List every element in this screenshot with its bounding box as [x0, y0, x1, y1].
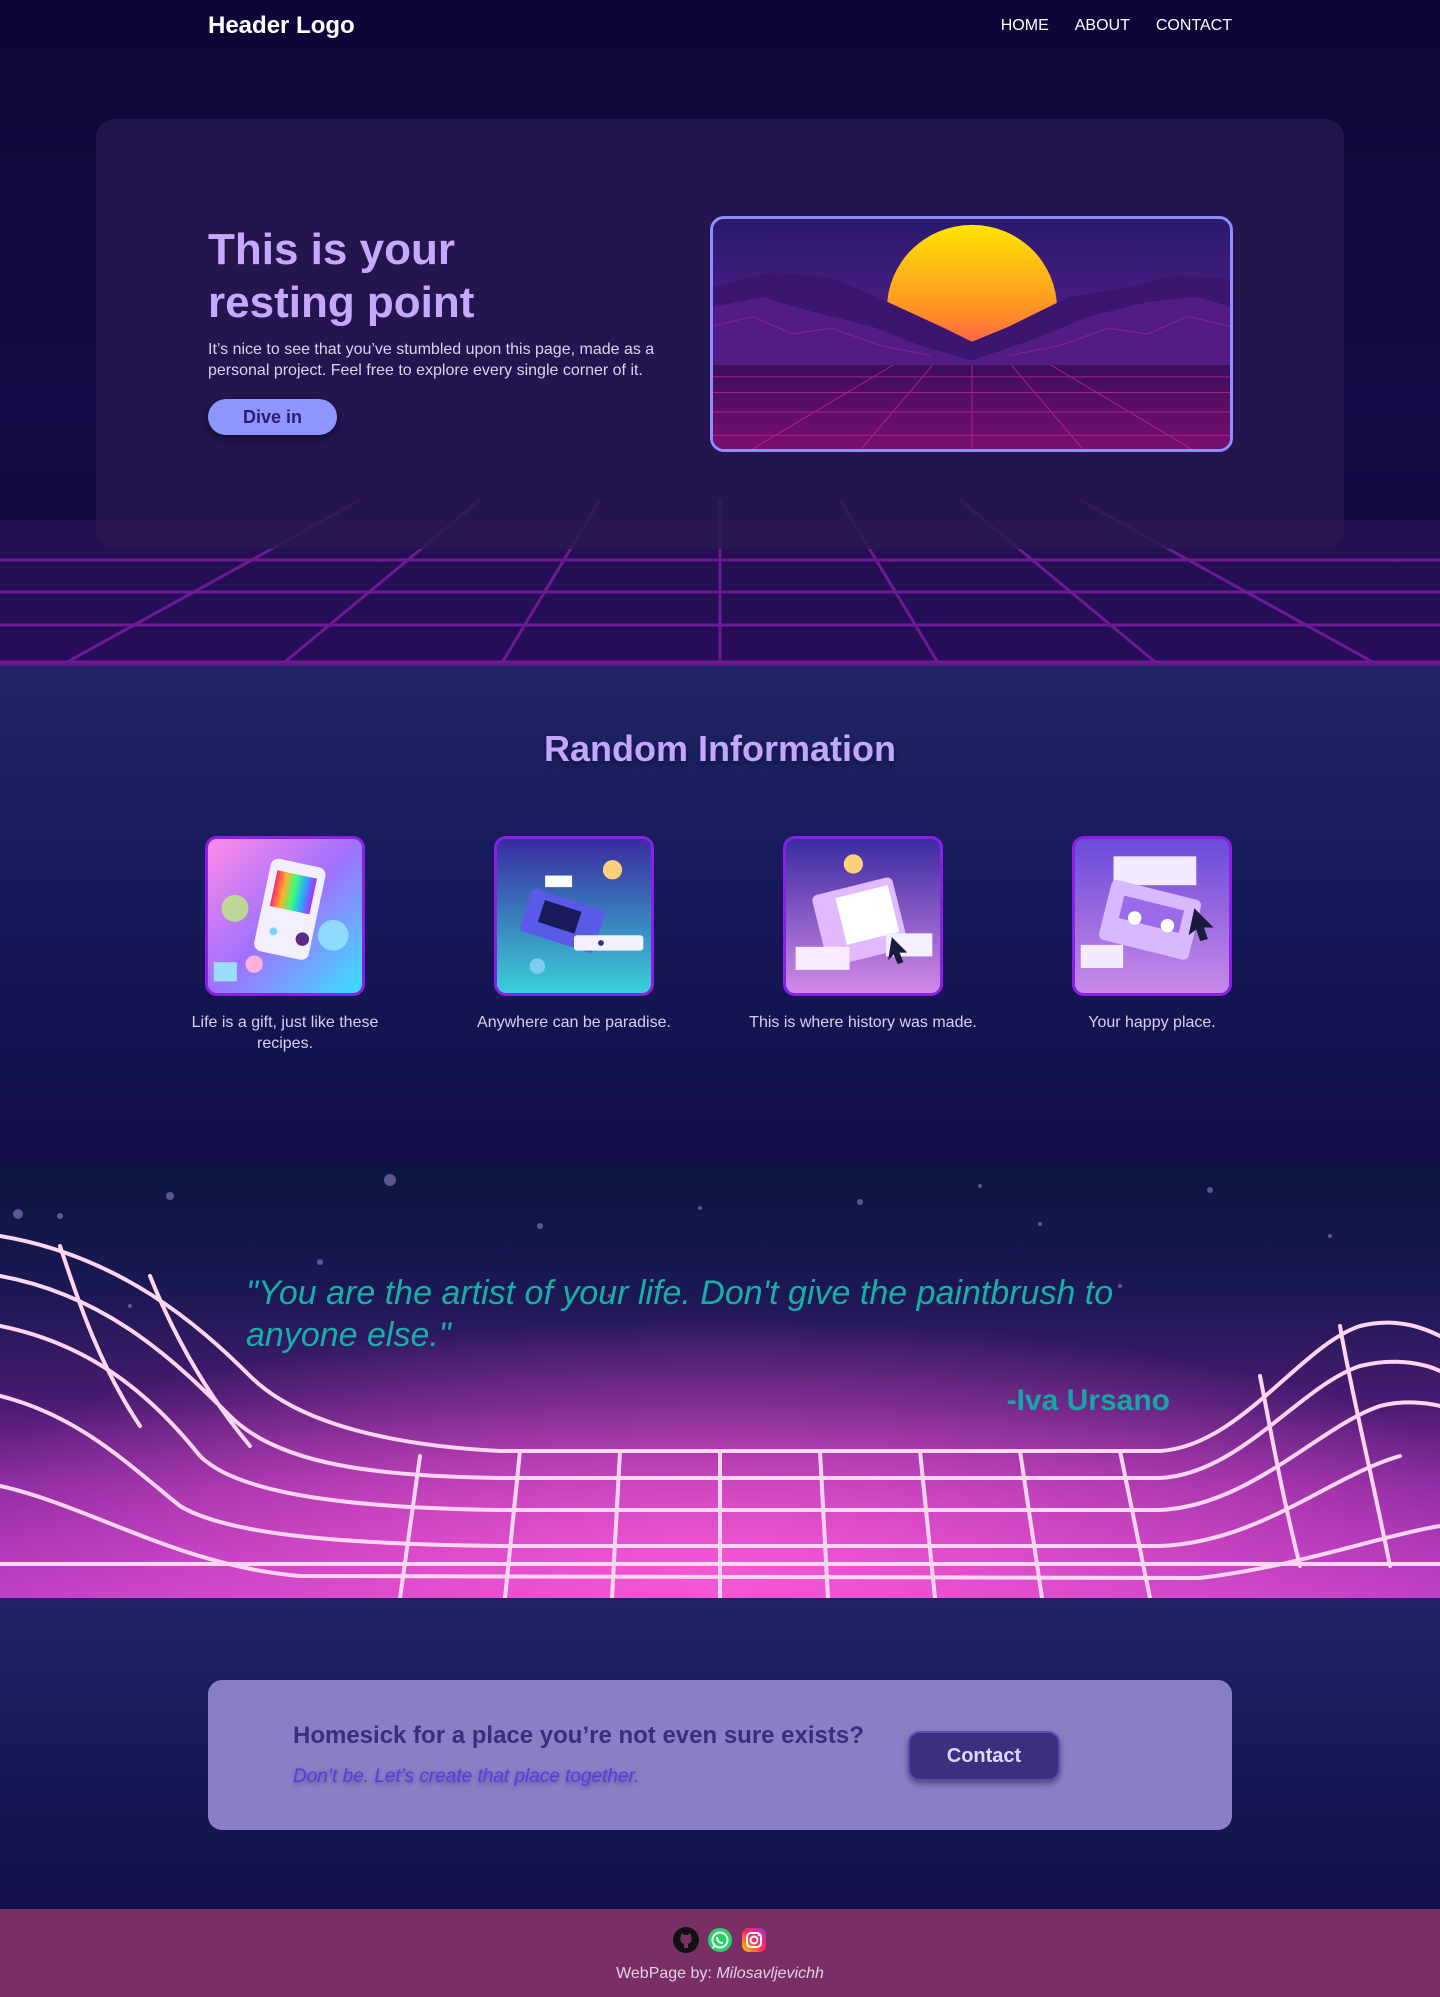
quote-author: -Iva Ursano — [1006, 1384, 1170, 1417]
header-logo[interactable]: Header Logo — [208, 12, 355, 40]
info-card-gameboy[interactable]: Life is a gift, just like these recipes. — [170, 836, 400, 1054]
credit-author[interactable]: Milosavljevichh — [716, 1965, 824, 1982]
hero-sunset-image — [710, 216, 1233, 452]
dive-in-button[interactable]: Dive in — [208, 399, 337, 435]
hero-section: Header Logo HOME ABOUT CONTACT This is y… — [0, 0, 1440, 666]
quote-section: "You are the artist of your life. Don't … — [0, 1166, 1440, 1598]
cta-section: Homesick for a place you’re not even sur… — [0, 1598, 1440, 1909]
cassette-tape-image — [1072, 836, 1232, 996]
site-footer: WebPage by: Milosavljevichh — [0, 1909, 1440, 1997]
hero-description: It’s nice to see that you’ve stumbled up… — [208, 341, 655, 379]
info-card-vhs[interactable]: Anywhere can be paradise. — [459, 836, 689, 1033]
nav-about[interactable]: ABOUT — [1075, 17, 1130, 35]
random-information-section: Random Information Life is a gift, just … — [0, 666, 1440, 1166]
cta-subtext: Don’t be. Let’s create that place togeth… — [293, 1766, 640, 1787]
whatsapp-icon[interactable] — [707, 1927, 733, 1953]
social-links — [0, 1927, 1440, 1953]
neon-wave-grid-background — [0, 1166, 1440, 1598]
hero-title: This is your resting point — [208, 225, 475, 327]
footer-credit: WebPage by: Milosavljevichh — [0, 1965, 1440, 1983]
floppy-disk-image — [783, 836, 943, 996]
cta-heading: Homesick for a place you’re not even sur… — [293, 1722, 864, 1749]
card-caption: This is where history was made. — [749, 1014, 977, 1031]
vhs-player-image — [494, 836, 654, 996]
handheld-console-image — [205, 836, 365, 996]
section-title: Random Information — [544, 728, 896, 769]
instagram-icon[interactable] — [741, 1927, 767, 1953]
github-icon[interactable] — [673, 1927, 699, 1953]
info-card-floppy[interactable]: This is where history was made. — [748, 836, 978, 1033]
site-header: Header Logo HOME ABOUT CONTACT — [208, 0, 1232, 52]
card-caption: Your happy place. — [1088, 1014, 1216, 1031]
credit-prefix: WebPage by: — [616, 1965, 717, 1982]
hero-card: This is your resting point It’s nice to … — [96, 119, 1344, 549]
card-caption: Anywhere can be paradise. — [477, 1014, 671, 1031]
nav-home[interactable]: HOME — [1001, 17, 1049, 35]
card-caption: Life is a gift, just like these recipes. — [191, 1014, 379, 1052]
hero-text: This is your resting point It’s nice to … — [208, 223, 668, 435]
quote-text: "You are the artist of your life. Don't … — [246, 1274, 1114, 1354]
cta-box: Homesick for a place you’re not even sur… — [208, 1680, 1232, 1830]
contact-button[interactable]: Contact — [908, 1731, 1060, 1781]
info-card-cassette[interactable]: Your happy place. — [1037, 836, 1267, 1033]
nav-contact[interactable]: CONTACT — [1156, 17, 1232, 35]
main-nav: HOME ABOUT CONTACT — [1001, 17, 1232, 35]
